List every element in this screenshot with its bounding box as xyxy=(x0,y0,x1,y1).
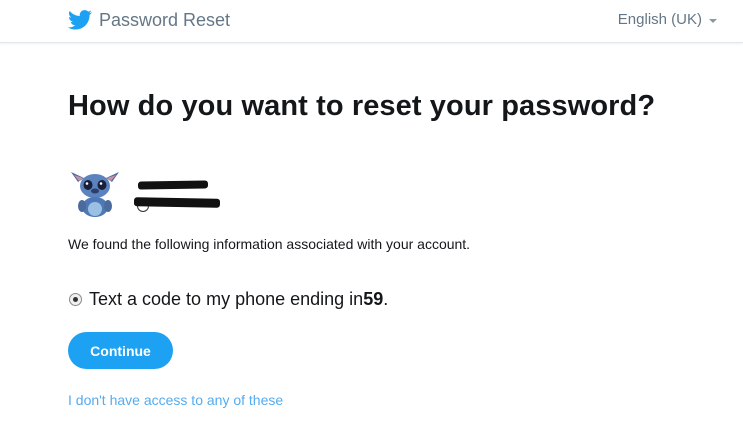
language-label: English (UK) xyxy=(617,11,702,28)
stitch-avatar-image xyxy=(71,172,119,217)
continue-button[interactable]: Continue xyxy=(68,332,173,369)
phone-suffix: 59 xyxy=(363,289,384,309)
redacted-account-handle xyxy=(133,197,221,208)
top-bar: Password Reset English (UK) xyxy=(0,0,743,43)
redacted-account-name xyxy=(137,180,209,190)
info-text: We found the following information assoc… xyxy=(68,236,471,252)
option-label-prefix: Text a code to my phone ending in xyxy=(89,289,364,309)
no-access-link[interactable]: I don't have access to any of these xyxy=(68,392,283,408)
caret-down-icon xyxy=(709,18,717,23)
radio-selected[interactable] xyxy=(69,293,82,306)
brand: Password Reset xyxy=(68,8,230,32)
main-heading: How do you want to reset your password? xyxy=(68,90,656,122)
option-label-suffix: . xyxy=(383,289,389,309)
avatar xyxy=(70,168,120,218)
reset-option-phone[interactable]: Text a code to my phone ending in 59 . xyxy=(68,289,388,310)
page-title: Password Reset xyxy=(99,10,231,30)
twitter-bird-icon xyxy=(68,10,92,30)
language-selector[interactable]: English (UK) xyxy=(618,11,717,28)
